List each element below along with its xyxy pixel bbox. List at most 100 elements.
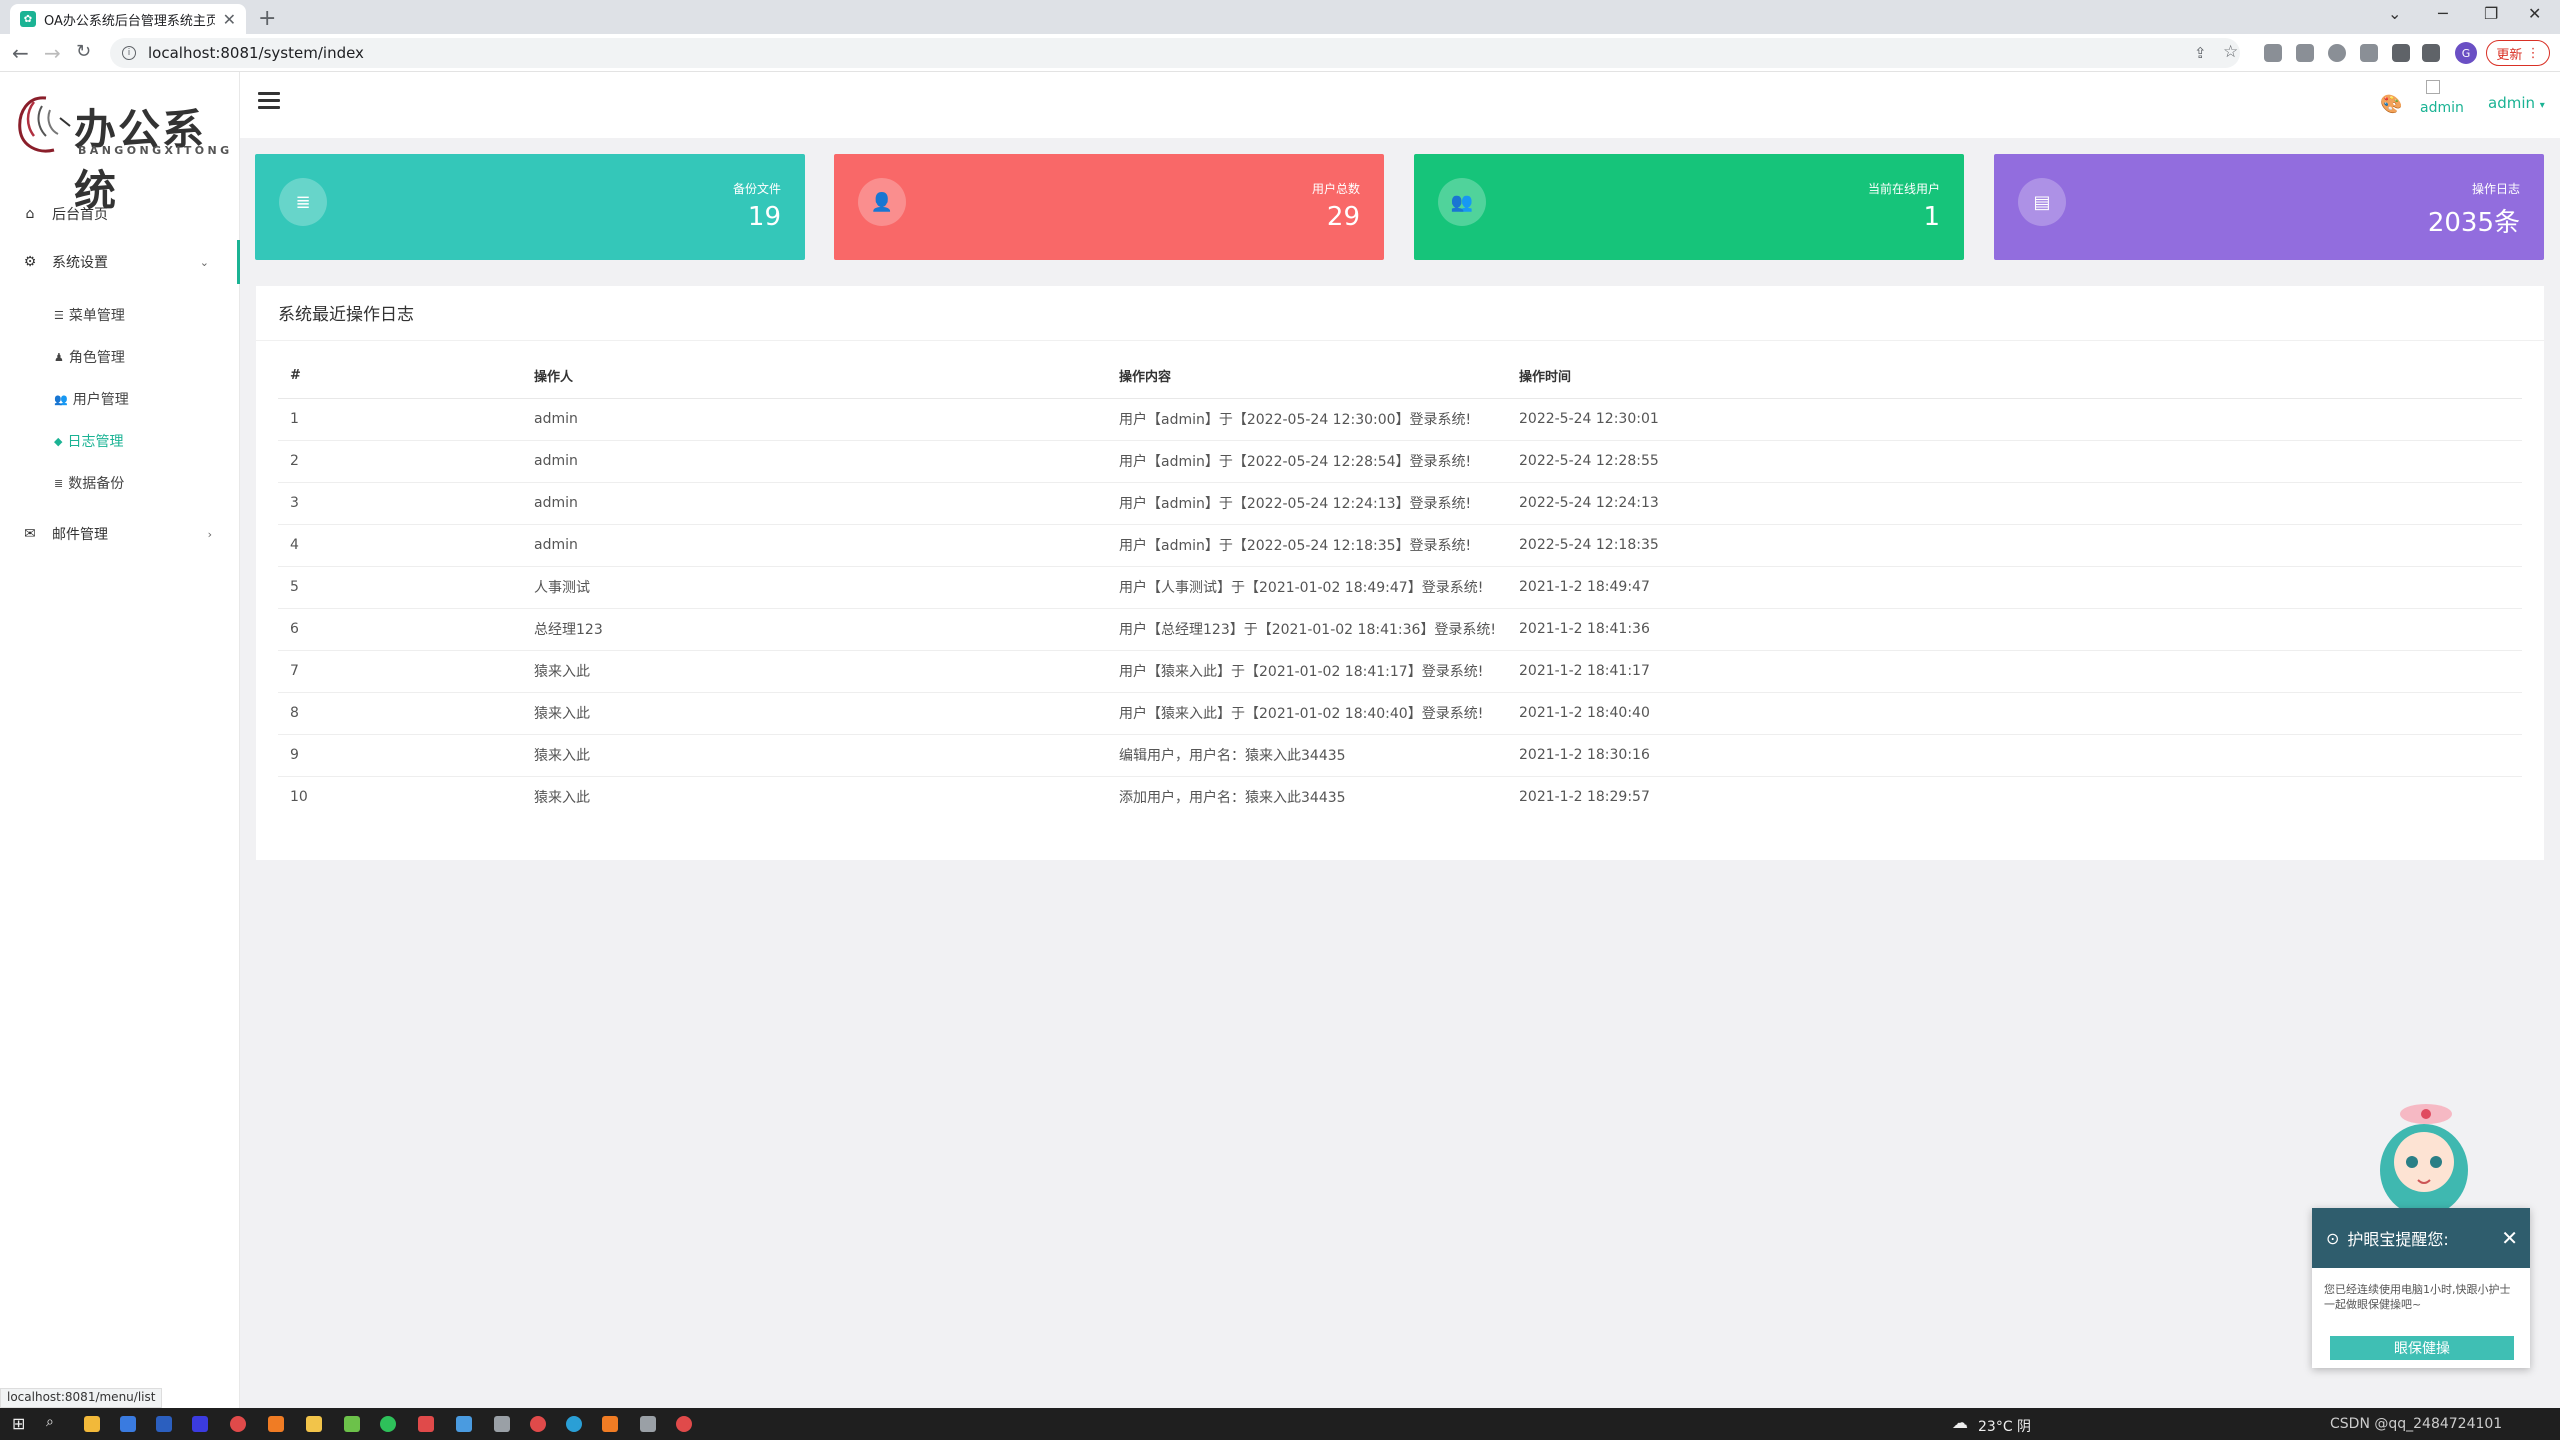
new-tab-icon[interactable]: + <box>258 6 276 31</box>
weather-text[interactable]: 23°C 阴 <box>1978 1416 2031 1436</box>
app-icon[interactable] <box>602 1416 618 1432</box>
table-cell: 2022-5-24 12:18:35 <box>1507 524 2522 567</box>
table-cell: 用户【admin】于【2022-05-24 12:30:00】登录系统! <box>1107 398 1507 441</box>
stat-card-logs: ▤ 操作日志 2035条 <box>1994 154 2544 260</box>
table-cell: admin <box>522 482 1107 525</box>
back-icon[interactable]: ← <box>12 41 29 65</box>
close-tab-icon[interactable]: ✕ <box>223 10 236 29</box>
sidebar-item-label: 后台首页 <box>52 207 108 223</box>
profile-avatar[interactable]: G <box>2455 42 2477 64</box>
users-icon: 👥 <box>1438 178 1486 226</box>
table-cell: 1 <box>278 398 522 441</box>
table-cell: 用户【admin】于【2022-05-24 12:18:35】登录系统! <box>1107 524 1507 567</box>
edge-icon[interactable] <box>566 1416 582 1432</box>
sidebar-subitem-role[interactable]: ♟ 角色管理 <box>54 342 125 372</box>
app-icon[interactable] <box>530 1416 546 1432</box>
app-icon[interactable] <box>494 1416 510 1432</box>
table-cell: 8 <box>278 692 522 735</box>
table-cell: admin <box>522 524 1107 567</box>
bookmark-star-icon[interactable]: ☆ <box>2223 42 2238 62</box>
app-icon[interactable] <box>156 1416 172 1432</box>
eye-care-popup: ⊙ 护眼宝提醒您: ✕ 您已经连续使用电脑1小时,快跟小护士一起做眼保健操吧~ … <box>2312 1208 2530 1368</box>
panel-title: 系统最近操作日志 <box>278 305 414 325</box>
table-cell: 用户【admin】于【2022-05-24 12:24:13】登录系统! <box>1107 482 1507 525</box>
database-icon: ≣ <box>279 178 327 226</box>
column-header: 操作内容 <box>1107 354 1507 399</box>
address-bar[interactable]: i localhost:8081/system/index <box>110 38 2240 68</box>
windows-start-icon[interactable]: ⊞ <box>12 1414 25 1433</box>
sidebar-subitem-label: 菜单管理 <box>68 308 125 324</box>
stat-label: 操作日志 <box>2471 182 2520 196</box>
app-icon[interactable] <box>344 1416 360 1432</box>
sidebar-subitem-label: 数据备份 <box>68 476 125 492</box>
sidebar-subitem-users[interactable]: 👥 用户管理 <box>54 384 129 414</box>
stat-value: 29 <box>1326 202 1360 232</box>
sidebar-subitem-backup[interactable]: ≣ 数据备份 <box>54 468 124 498</box>
chrome-icon[interactable] <box>84 1416 100 1432</box>
reload-icon[interactable]: ↻ <box>76 41 91 62</box>
close-window-icon[interactable]: ✕ <box>2528 4 2541 23</box>
camera-extension-icon[interactable] <box>2296 44 2314 62</box>
stat-label: 备份文件 <box>732 182 781 196</box>
w-extension-icon[interactable] <box>2328 44 2346 62</box>
table-cell: 猿来入此 <box>522 650 1107 693</box>
sidebar-item-system-settings[interactable]: ⚙ 系统设置 ⌄ <box>0 240 240 284</box>
tab-search-icon[interactable]: ⌄ <box>2388 4 2401 23</box>
table-cell: 4 <box>278 524 522 567</box>
app-icon[interactable] <box>268 1416 284 1432</box>
app-icon[interactable] <box>192 1416 208 1432</box>
table-cell: 编辑用户，用户名：猿来入此34435 <box>1107 734 1507 777</box>
column-header: 操作人 <box>522 354 1107 399</box>
table-row: 5 人事测试 用户【人事测试】于【2021-01-02 18:49:47】登录系统!… <box>278 566 2522 609</box>
table-cell: 2 <box>278 440 522 483</box>
restore-icon[interactable]: ❐ <box>2484 4 2498 23</box>
search-icon[interactable]: ⌕ <box>46 1414 54 1430</box>
forward-icon[interactable]: → <box>44 41 61 65</box>
minimize-icon[interactable]: ─ <box>2438 4 2448 23</box>
share-icon[interactable]: ⇪ <box>2194 44 2207 62</box>
wechat-icon[interactable] <box>380 1416 396 1432</box>
stat-label: 当前在线用户 <box>1867 182 1940 196</box>
browser-tab[interactable]: ✿ OA办公系统后台管理系统主页 ✕ <box>10 4 246 34</box>
user-dropdown[interactable]: admin ▾ <box>2488 94 2545 112</box>
app-icon[interactable] <box>456 1416 472 1432</box>
sidebar-item-mail[interactable]: ✉ 邮件管理 › <box>0 512 240 556</box>
sidebar-subitem-logs[interactable]: ◆ 日志管理 <box>54 426 123 456</box>
nurse-mascot-icon <box>2380 1104 2468 1216</box>
palette-icon[interactable]: 🎨 <box>2380 94 2402 115</box>
sidepanel-icon[interactable] <box>2422 44 2440 62</box>
log-table: # 操作人 操作内容 操作时间 1 admin 用户【admin】于【2022-05… <box>278 354 2522 818</box>
hamburger-menu-icon[interactable] <box>258 92 280 110</box>
site-info-icon[interactable]: i <box>122 46 136 60</box>
favicon-icon: ✿ <box>20 11 36 27</box>
table-row: 4 admin 用户【admin】于【2022-05-24 12:18:35】登录系… <box>278 524 2522 567</box>
table-cell: 用户【猿来入此】于【2021-01-02 18:41:17】登录系统! <box>1107 650 1507 693</box>
close-icon[interactable]: ✕ <box>2501 1226 2518 1250</box>
stat-card-users: 👤 用户总数 29 <box>834 154 1384 260</box>
app-icon[interactable] <box>418 1416 434 1432</box>
folder-icon[interactable] <box>306 1416 322 1432</box>
avatar[interactable]: admin <box>2420 80 2480 130</box>
table-row: 9 猿来入此 编辑用户，用户名：猿来入此34435 2021-1-2 18:30:16 <box>278 734 2522 777</box>
image-extension-icon[interactable] <box>2360 44 2378 62</box>
stat-value: 2035条 <box>2427 208 2520 238</box>
taskbar: ⊞ ⌕ ☁ 23°C 阴 CSDN @qq_2484724101 <box>0 1408 2560 1440</box>
app-icon[interactable] <box>120 1416 136 1432</box>
sidebar: 办公系统 BANGONGXITONG ⌂ 后台首页 ⚙ 系统设置 ⌄ ☰ 菜单管… <box>0 72 240 1408</box>
app-icon[interactable] <box>676 1416 692 1432</box>
sidebar-item-home[interactable]: ⌂ 后台首页 <box>0 192 240 236</box>
comment-icon: ▤ <box>2018 178 2066 226</box>
table-cell: 2022-5-24 12:30:01 <box>1507 398 2522 441</box>
table-row: 7 猿来入此 用户【猿来入此】于【2021-01-02 18:41:17】登录系统!… <box>278 650 2522 693</box>
table-cell: 用户【猿来入此】于【2021-01-02 18:40:40】登录系统! <box>1107 692 1507 735</box>
update-button[interactable]: 更新 ⋮ <box>2486 40 2550 66</box>
sidebar-subitem-menu[interactable]: ☰ 菜单管理 <box>54 300 125 330</box>
puzzle-icon[interactable] <box>2392 44 2410 62</box>
app-icon[interactable] <box>640 1416 656 1432</box>
extension-icon[interactable] <box>2264 44 2282 62</box>
table-cell: 2021-1-2 18:49:47 <box>1507 566 2522 609</box>
app-icon[interactable] <box>230 1416 246 1432</box>
home-icon: ⌂ <box>25 206 35 222</box>
eye-exercise-button[interactable]: 眼保健操 <box>2330 1336 2514 1360</box>
browser-status-url: localhost:8081/menu/list <box>0 1388 163 1408</box>
